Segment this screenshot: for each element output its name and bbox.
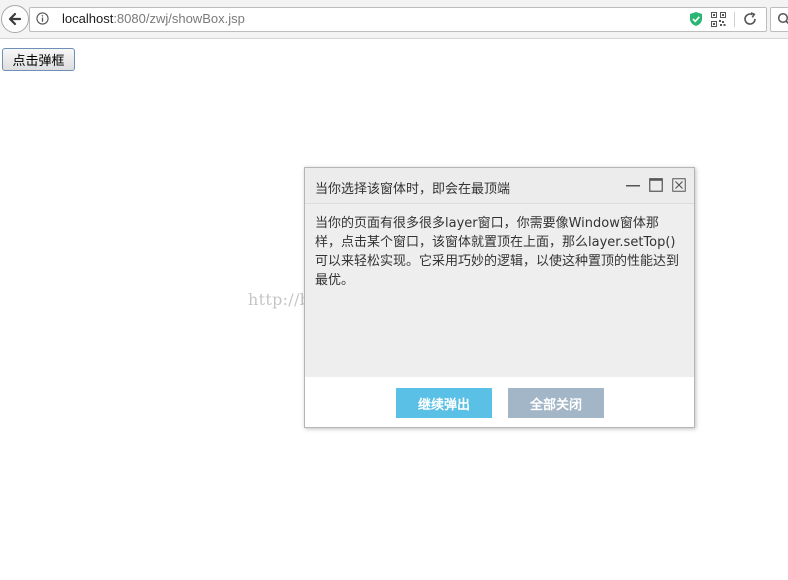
url-host: localhost xyxy=(62,11,114,26)
qr-code-icon[interactable] xyxy=(711,12,726,27)
maximize-icon[interactable] xyxy=(649,177,663,192)
arrow-left-icon xyxy=(8,12,22,26)
url-text[interactable]: localhost:8080/zwj/showBox.jsp xyxy=(62,11,245,26)
shield-check-icon[interactable] xyxy=(689,11,703,27)
minimize-icon[interactable] xyxy=(626,177,640,191)
open-dialog-button[interactable]: 点击弹框 xyxy=(2,48,75,71)
reload-icon[interactable] xyxy=(742,11,758,27)
back-button[interactable] xyxy=(1,5,29,33)
close-all-button[interactable]: 全部关闭 xyxy=(508,388,604,418)
search-icon xyxy=(777,12,788,25)
dialog-title-bar[interactable]: 当你选择该窗体时，即会在最顶端 xyxy=(305,168,694,204)
dialog-content: 当你的页面有很多很多layer窗口，你需要像Window窗体那样，点击某个窗口，… xyxy=(305,204,694,377)
continue-popup-button[interactable]: 继续弹出 xyxy=(396,388,492,418)
dialog-title: 当你选择该窗体时，即会在最顶端 xyxy=(315,182,511,197)
dialog-controls xyxy=(626,177,686,192)
info-icon[interactable] xyxy=(36,12,49,25)
address-bar[interactable]: localhost:8080/zwj/showBox.jsp xyxy=(29,7,767,32)
url-separator xyxy=(734,12,735,27)
url-path: :8080/zwj/showBox.jsp xyxy=(113,11,245,26)
close-icon[interactable] xyxy=(672,177,686,192)
browser-toolbar: localhost:8080/zwj/showBox.jsp xyxy=(0,0,788,39)
search-box[interactable] xyxy=(770,7,788,32)
dialog-footer: 继续弹出 全部关闭 xyxy=(305,377,694,427)
layer-dialog[interactable]: 当你选择该窗体时，即会在最顶端 当你的页面有很多很多layer窗口，你需要像Wi… xyxy=(304,167,695,428)
